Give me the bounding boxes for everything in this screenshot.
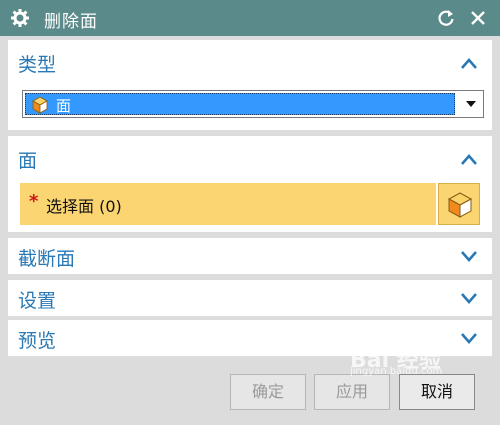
dialog-body: 类型 面 面 * 选择面 (0) 截断面 设置 预览 确定 应用 取消 [0, 36, 500, 425]
preview-group-title: 预览 [18, 330, 57, 352]
reset-icon[interactable] [436, 8, 456, 28]
select-face-label: 选择面 (0) [46, 197, 122, 216]
settings-group-title: 设置 [18, 290, 57, 312]
ok-button[interactable]: 确定 [230, 374, 306, 410]
face-group: 面 * 选择面 (0) [8, 136, 492, 232]
type-group: 类型 面 [8, 40, 492, 130]
apply-button[interactable]: 应用 [314, 374, 390, 410]
required-marker: * [29, 191, 39, 212]
title-bar: 删除面 [0, 0, 500, 36]
close-icon[interactable] [468, 8, 488, 28]
face-cube-icon [447, 192, 473, 218]
gear-icon[interactable] [10, 8, 30, 28]
dropdown-arrow-icon[interactable] [465, 99, 477, 109]
section-group[interactable]: 截断面 [8, 238, 492, 274]
section-group-title: 截断面 [18, 248, 76, 270]
type-select-highlight: 面 [25, 93, 455, 115]
type-select-value: 面 [56, 97, 72, 115]
face-cube-icon [32, 96, 48, 114]
chevron-down-icon[interactable] [458, 327, 480, 349]
chevron-up-icon[interactable] [458, 149, 480, 171]
window-title: 删除面 [44, 12, 98, 32]
preview-group[interactable]: 预览 [8, 320, 492, 356]
chevron-down-icon[interactable] [458, 287, 480, 309]
type-select[interactable]: 面 [22, 90, 484, 118]
type-group-title: 类型 [18, 54, 57, 76]
select-face-field[interactable]: * 选择面 (0) [20, 183, 436, 225]
select-face-button[interactable] [438, 183, 480, 225]
chevron-up-icon[interactable] [458, 53, 480, 75]
chevron-down-icon[interactable] [458, 245, 480, 267]
settings-group[interactable]: 设置 [8, 280, 492, 316]
cancel-button[interactable]: 取消 [399, 374, 475, 410]
face-group-title: 面 [18, 150, 38, 172]
